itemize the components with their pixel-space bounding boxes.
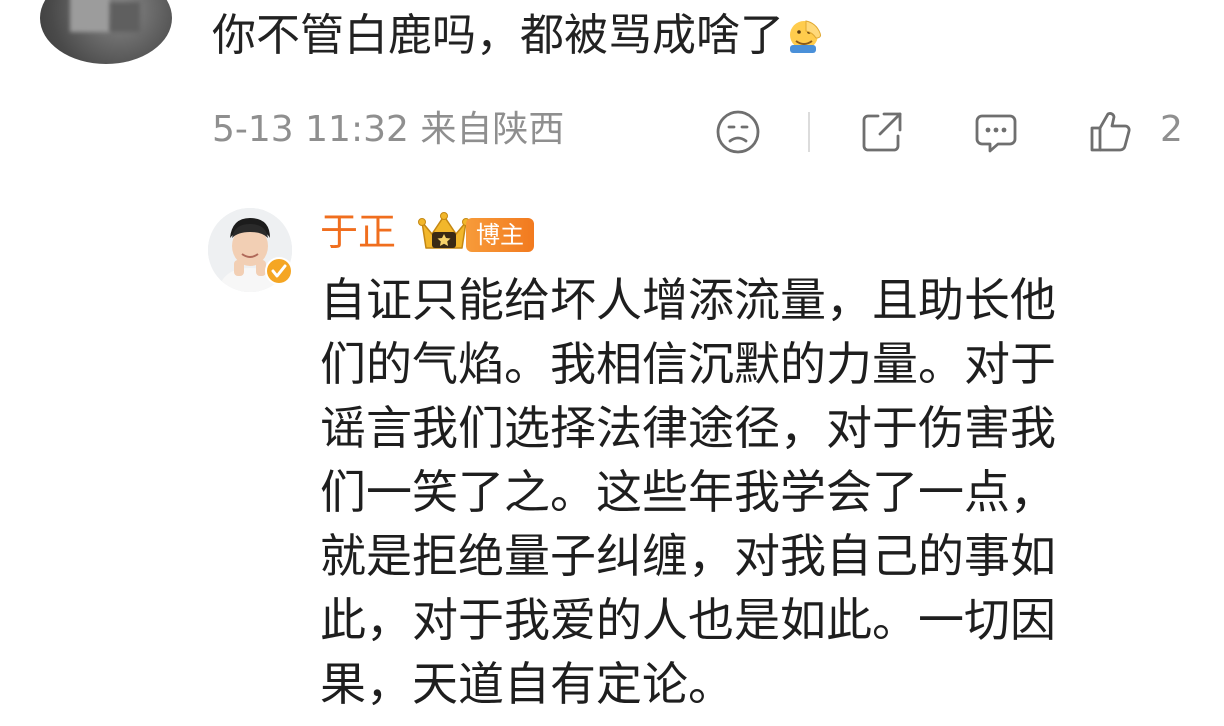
reply-text-line: 们一笑了之。这些年我学会了一点，: [320, 465, 1056, 519]
avatar-blur: [70, 0, 110, 32]
reply-text: 自证只能给坏人增添流量，且助长他 们的气焰。我相信沉默的力量。对于 谣言我们选择…: [320, 268, 1150, 716]
comment-text: 你不管白鹿吗，都被骂成啥了: [212, 6, 826, 66]
like-count: 2: [1160, 109, 1183, 150]
facepalm-emoji-icon: [790, 20, 821, 53]
comment-meta-time: 5-13 11:32 来自陕西: [212, 108, 564, 152]
reply-text-line: 自证只能给坏人增添流量，且助长他: [320, 273, 1056, 327]
comment-icon[interactable]: [972, 108, 1020, 156]
crown-icon: [418, 212, 470, 249]
comment-text-content: 你不管白鹿吗，都被骂成啥了: [212, 10, 784, 61]
reply-text-line: 就是拒绝量子纠缠，对我自己的事如: [320, 529, 1056, 583]
comment-location: 来自陕西: [420, 109, 565, 150]
sad-face-icon[interactable]: [714, 108, 762, 156]
reply-text-line: 们的气焰。我相信沉默的力量。对于: [320, 337, 1056, 391]
reply-author-name[interactable]: 于正: [320, 206, 396, 258]
verified-badge-icon: [265, 257, 293, 285]
comment-meta-row: 5-13 11:32 来自陕西 2: [212, 104, 1202, 156]
meta-divider: [808, 112, 810, 152]
avatar-blur: [110, 2, 140, 32]
thumbs-up-icon[interactable]: [1086, 108, 1134, 156]
reply-text-line: 果，天道自有定论。: [320, 657, 734, 711]
share-icon[interactable]: [858, 108, 906, 156]
blogger-badge: 博主: [466, 218, 534, 252]
reply-text-line: 此，对于我爱的人也是如此。一切因: [320, 593, 1056, 647]
reply-text-line: 谣言我们选择法律途径，对于伤害我: [320, 401, 1056, 455]
comment-time: 5-13 11:32: [212, 109, 409, 150]
commenter-avatar[interactable]: [40, 0, 172, 64]
